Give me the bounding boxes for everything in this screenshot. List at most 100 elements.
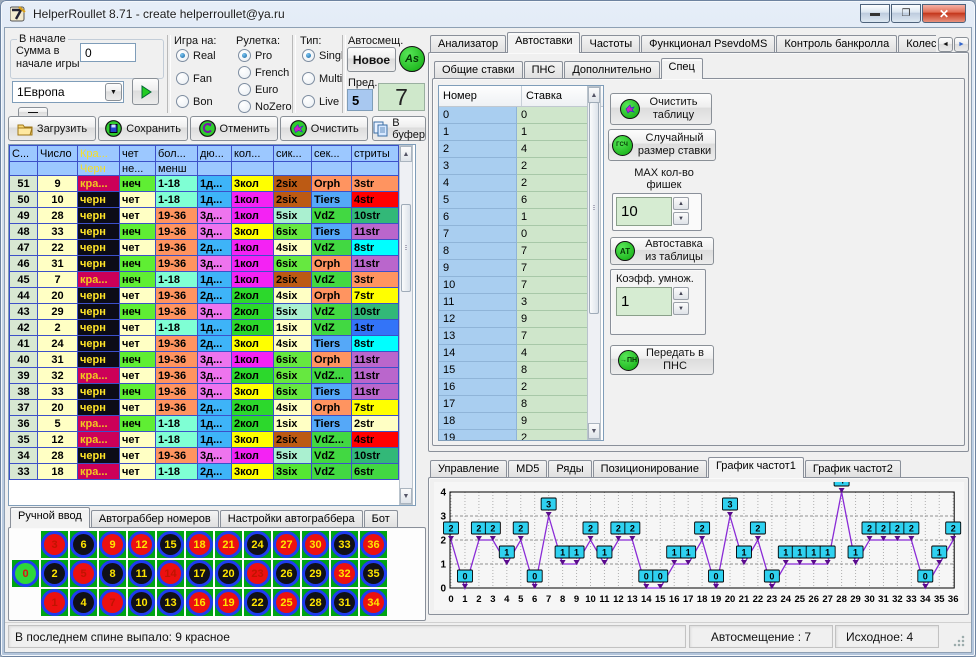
numpad-cell-21[interactable]: 21 (215, 531, 242, 558)
bet-row[interactable]: 158 (439, 362, 589, 379)
numpad-cell-8[interactable]: 8 (99, 560, 126, 587)
bet-row[interactable]: 24 (439, 141, 589, 158)
maximize-button[interactable]: ❐ (891, 4, 921, 23)
send-to-pns-button[interactable]: →ПН Передать в ПНС (610, 345, 714, 375)
scroll-up-icon[interactable]: ▲ (400, 146, 412, 162)
title-bar[interactable]: HelperRoullet 8.71 - create helperroulle… (0, 0, 976, 28)
history-row[interactable]: 4833черннеч19-363д...3кол6sixTiers11str (10, 224, 399, 240)
spin-down-icon[interactable]: ▼ (673, 302, 689, 315)
numpad-cell-30[interactable]: 30 (302, 531, 329, 558)
coef-value[interactable]: 1 (616, 287, 672, 316)
bet-row[interactable]: 42 (439, 175, 589, 192)
bet-row[interactable]: 32 (439, 158, 589, 175)
preset-dropdown[interactable]: 1Европа ▼ (12, 81, 124, 103)
bet-row[interactable]: 162 (439, 379, 589, 396)
tab-Анализатор[interactable]: Анализатор (430, 35, 506, 53)
radio-singl[interactable]: Singl (302, 49, 343, 62)
history-row[interactable]: 365кра...неч1-181д...2кол1sixTiers2str (10, 416, 399, 432)
history-row[interactable]: 422чернчет1-181д...2кол1sixVdZ1str (10, 320, 399, 336)
numpad-cell-33[interactable]: 33 (331, 531, 358, 558)
start-play-button[interactable] (132, 78, 159, 105)
scroll-down-icon[interactable]: ▼ (588, 423, 600, 439)
history-row[interactable]: 457кра...неч1-181д...1кол2sixVdZ3str (10, 272, 399, 288)
toolbar-button-5[interactable]: В буфер (372, 116, 426, 141)
subtab-Спец[interactable]: Спец (661, 58, 703, 79)
autoshift-new-button[interactable]: Новое (347, 47, 396, 72)
subtab-Дополнительно[interactable]: Дополнительно (564, 61, 659, 79)
bet-row[interactable]: 129 (439, 311, 589, 328)
toolbar-button-1[interactable]: Загрузить (8, 116, 96, 141)
history-row[interactable]: 4420чернчет19-362д...2кол4sixOrph7str (10, 288, 399, 304)
history-header-cell[interactable]: сик... (274, 146, 312, 162)
tab-График частот2[interactable]: График частот2 (805, 460, 901, 478)
spin-up-icon[interactable]: ▲ (673, 197, 689, 210)
tab-Колесо ру[interactable]: Колесо ру (898, 35, 936, 53)
coef-spinner[interactable]: 1 ▲ ▼ (616, 287, 689, 316)
numpad-cell-6[interactable]: 6 (70, 531, 97, 558)
history-row[interactable]: 4031черннеч19-363д...1кол6sixOrph11str (10, 352, 399, 368)
numpad-cell-26[interactable]: 26 (273, 560, 300, 587)
numpad-cell-0[interactable]: 0 (12, 560, 39, 587)
bet-row[interactable]: 97 (439, 260, 589, 277)
bet-row[interactable]: 144 (439, 345, 589, 362)
numpad-cell-35[interactable]: 35 (360, 560, 387, 587)
numpad-cell-3[interactable]: 3 (41, 531, 68, 558)
tab-Ручной ввод[interactable]: Ручной ввод (10, 507, 90, 528)
history-header-cell[interactable]: стриты (352, 146, 399, 162)
random-bet-button[interactable]: ГСЧ Случайный размер ставки (608, 129, 716, 161)
start-amount-input[interactable] (80, 43, 136, 62)
subtab-Общие ставки[interactable]: Общие ставки (434, 61, 523, 79)
radio-fan[interactable]: Fan (176, 72, 212, 85)
bet-row[interactable]: 189 (439, 413, 589, 430)
bet-row[interactable]: 00 (439, 107, 589, 124)
history-header-cell[interactable]: бол... (156, 146, 198, 162)
clear-table-button[interactable]: Очистить таблицу (610, 93, 712, 125)
numpad-cell-18[interactable]: 18 (186, 531, 213, 558)
history-row[interactable]: 4329черннеч19-363д...2кол5sixVdZ10str (10, 304, 399, 320)
numpad-cell-25[interactable]: 25 (273, 589, 300, 616)
numpad-cell-13[interactable]: 13 (157, 589, 184, 616)
bet-row[interactable]: 56 (439, 192, 589, 209)
radio-live[interactable]: Live (302, 95, 339, 108)
history-header-cell[interactable]: Кра... (78, 146, 120, 162)
history-row[interactable]: 3932кра...чет19-363д...2кол6sixVdZ...11s… (10, 368, 399, 384)
bet-row[interactable]: 192 (439, 430, 589, 441)
numpad-cell-28[interactable]: 28 (302, 589, 329, 616)
history-row[interactable]: 4631черннеч19-363д...1кол6sixOrph11str (10, 256, 399, 272)
history-row[interactable]: 3720чернчет19-362д...2кол4sixOrph7str (10, 400, 399, 416)
history-row[interactable]: 4722чернчет19-362д...1кол4sixVdZ8str (10, 240, 399, 256)
bet-row[interactable]: 178 (439, 396, 589, 413)
history-header-cell[interactable]: Число (38, 146, 78, 162)
scroll-down-icon[interactable]: ▼ (400, 488, 412, 504)
numpad-cell-19[interactable]: 19 (215, 589, 242, 616)
numpad-cell-1[interactable]: 1 (41, 589, 68, 616)
numpad-cell-23[interactable]: 23 (244, 560, 271, 587)
tab-MD5[interactable]: MD5 (508, 460, 547, 478)
max-chips-spinner[interactable]: 10 ▲ ▼ (616, 197, 689, 226)
bet-row[interactable]: 11 (439, 124, 589, 141)
bet-scrollbar[interactable]: ▲ ▼ (587, 86, 601, 440)
scroll-up-icon[interactable]: ▲ (588, 87, 600, 103)
history-row[interactable]: 3833черннеч19-363д...3кол6sixTiers11str (10, 384, 399, 400)
spin-down-icon[interactable]: ▼ (673, 212, 689, 225)
bet-row[interactable]: 61 (439, 209, 589, 226)
history-scrollbar[interactable]: ▲ ▼ (399, 145, 413, 505)
chevron-down-icon[interactable]: ▼ (105, 83, 122, 101)
bet-row[interactable]: 113 (439, 294, 589, 311)
radio-bon[interactable]: Bon (176, 95, 213, 108)
bet-row[interactable]: 137 (439, 328, 589, 345)
autobet-button[interactable]: АТ Автоставка из таблицы (610, 237, 714, 265)
history-row[interactable]: 3428чернчет19-363д...1кол5sixVdZ10str (10, 448, 399, 464)
history-header-cell[interactable]: дю... (198, 146, 232, 162)
tab-Автоставки[interactable]: Автоставки (507, 32, 580, 53)
bet-row[interactable]: 107 (439, 277, 589, 294)
radio-nozero[interactable]: NoZero (238, 100, 292, 113)
tab-scroll-left-icon[interactable]: ◄ (938, 37, 953, 52)
spin-up-icon[interactable]: ▲ (673, 287, 689, 300)
tab-График частот1[interactable]: График частот1 (708, 457, 804, 478)
numpad-cell-10[interactable]: 10 (128, 589, 155, 616)
numpad-cell-17[interactable]: 17 (186, 560, 213, 587)
numpad-cell-34[interactable]: 34 (360, 589, 387, 616)
tab-Управление[interactable]: Управление (430, 460, 507, 478)
history-row[interactable]: 519кра...неч1-181д...3кол2sixOrph3str (10, 176, 399, 192)
